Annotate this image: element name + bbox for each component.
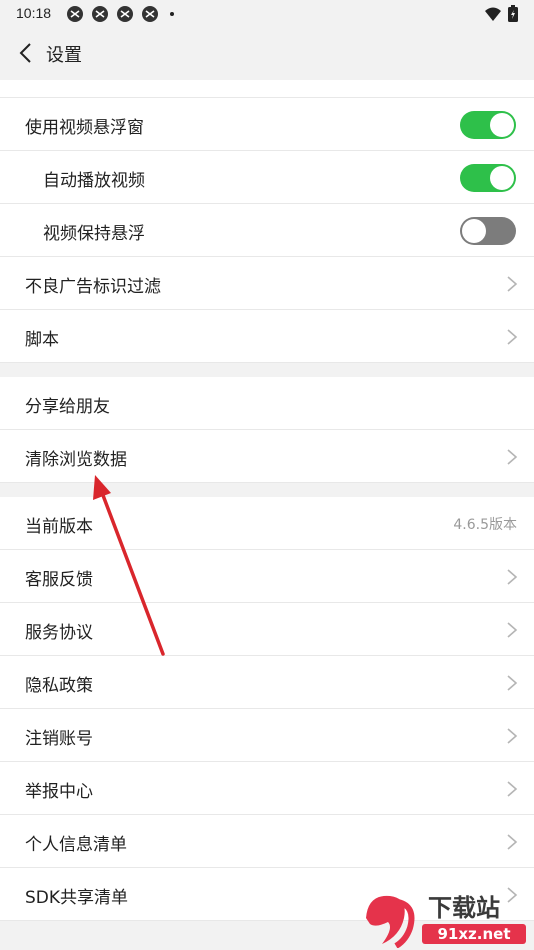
- chevron-right-icon: [507, 329, 518, 345]
- page-title: 设置: [46, 45, 82, 66]
- status-right: [484, 5, 518, 22]
- settings-row-label: 注销账号: [25, 729, 93, 749]
- chevron-right-icon: [507, 675, 518, 691]
- chevron-right-icon: [507, 728, 518, 744]
- settings-row-label: 清除浏览数据: [25, 450, 127, 470]
- settings-row-label: 当前版本: [25, 517, 93, 537]
- settings-row[interactable]: 分享给朋友: [0, 377, 534, 430]
- settings-row[interactable]: 脚本: [0, 310, 534, 363]
- settings-row[interactable]: 当前版本 4.6.5版本: [0, 497, 534, 550]
- version-value: 4.6.5版本: [453, 517, 517, 533]
- notification-icons: [66, 5, 174, 23]
- watermark-domain: 91xz.net: [437, 925, 510, 943]
- settings-row[interactable]: 自动播放视频: [0, 151, 534, 204]
- toggle-switch[interactable]: [460, 164, 516, 192]
- back-button[interactable]: [12, 40, 38, 66]
- settings-row[interactable]: 视频保持悬浮: [0, 204, 534, 257]
- settings-row-label: 隐私政策: [25, 676, 93, 696]
- settings-row-label: 不良广告标识过滤: [25, 277, 161, 297]
- chevron-right-icon: [507, 276, 518, 292]
- settings-row[interactable]: 清除浏览数据: [0, 430, 534, 483]
- settings-row-label: 分享给朋友: [25, 397, 110, 417]
- settings-row[interactable]: 使用视频悬浮窗: [0, 98, 534, 151]
- toggle-switch[interactable]: [460, 217, 516, 245]
- watermark-logo: 下载站 91xz.net: [366, 894, 526, 948]
- more-notifications-dot: [170, 12, 174, 16]
- settings-list: 使用视频悬浮窗自动播放视频 视频保持悬浮 不良广告标识过滤 脚本分享给朋友清除浏览数据…: [0, 98, 534, 921]
- battery-icon: [508, 5, 518, 22]
- chevron-right-icon: [507, 834, 518, 850]
- title-bar: 设置: [0, 27, 534, 80]
- settings-row-label: 脚本: [25, 330, 59, 350]
- settings-row[interactable]: 服务协议: [0, 603, 534, 656]
- chevron-right-icon: [507, 781, 518, 797]
- toggle-switch[interactable]: [460, 111, 516, 139]
- settings-row-label: 使用视频悬浮窗: [25, 118, 144, 138]
- chevron-left-icon: [19, 43, 31, 63]
- settings-row[interactable]: 注销账号: [0, 709, 534, 762]
- notification-app-icon: [142, 6, 158, 22]
- settings-row-label: 举报中心: [25, 782, 93, 802]
- settings-row[interactable]: 隐私政策: [0, 656, 534, 709]
- notification-app-icon: [67, 6, 83, 22]
- notification-app-icon: [117, 6, 133, 22]
- section-divider: [0, 483, 534, 497]
- toggle-knob: [490, 166, 514, 190]
- section-divider: [0, 363, 534, 377]
- settings-row-label: 服务协议: [25, 623, 93, 643]
- settings-row-label: 客服反馈: [25, 570, 93, 590]
- notification-app-icon: [92, 6, 108, 22]
- toggle-knob: [462, 219, 486, 243]
- status-bar: 10:18: [0, 0, 534, 27]
- watermark-brand: 下载站: [428, 894, 500, 922]
- settings-row-label: 个人信息清单: [25, 835, 127, 855]
- settings-row[interactable]: 不良广告标识过滤: [0, 257, 534, 310]
- status-time: 10:18: [16, 5, 52, 21]
- chevron-right-icon: [507, 449, 518, 465]
- wifi-icon: [485, 7, 501, 21]
- toggle-knob: [490, 113, 514, 137]
- section-top-strip: [0, 80, 534, 98]
- settings-row[interactable]: 举报中心: [0, 762, 534, 815]
- settings-row[interactable]: 客服反馈: [0, 550, 534, 603]
- settings-row-label: 视频保持悬浮: [43, 224, 145, 244]
- settings-row-label: 自动播放视频: [43, 171, 145, 191]
- settings-row-label: SDK共享清单: [25, 888, 129, 908]
- chevron-right-icon: [507, 622, 518, 638]
- settings-row[interactable]: 个人信息清单: [0, 815, 534, 868]
- chevron-right-icon: [507, 569, 518, 585]
